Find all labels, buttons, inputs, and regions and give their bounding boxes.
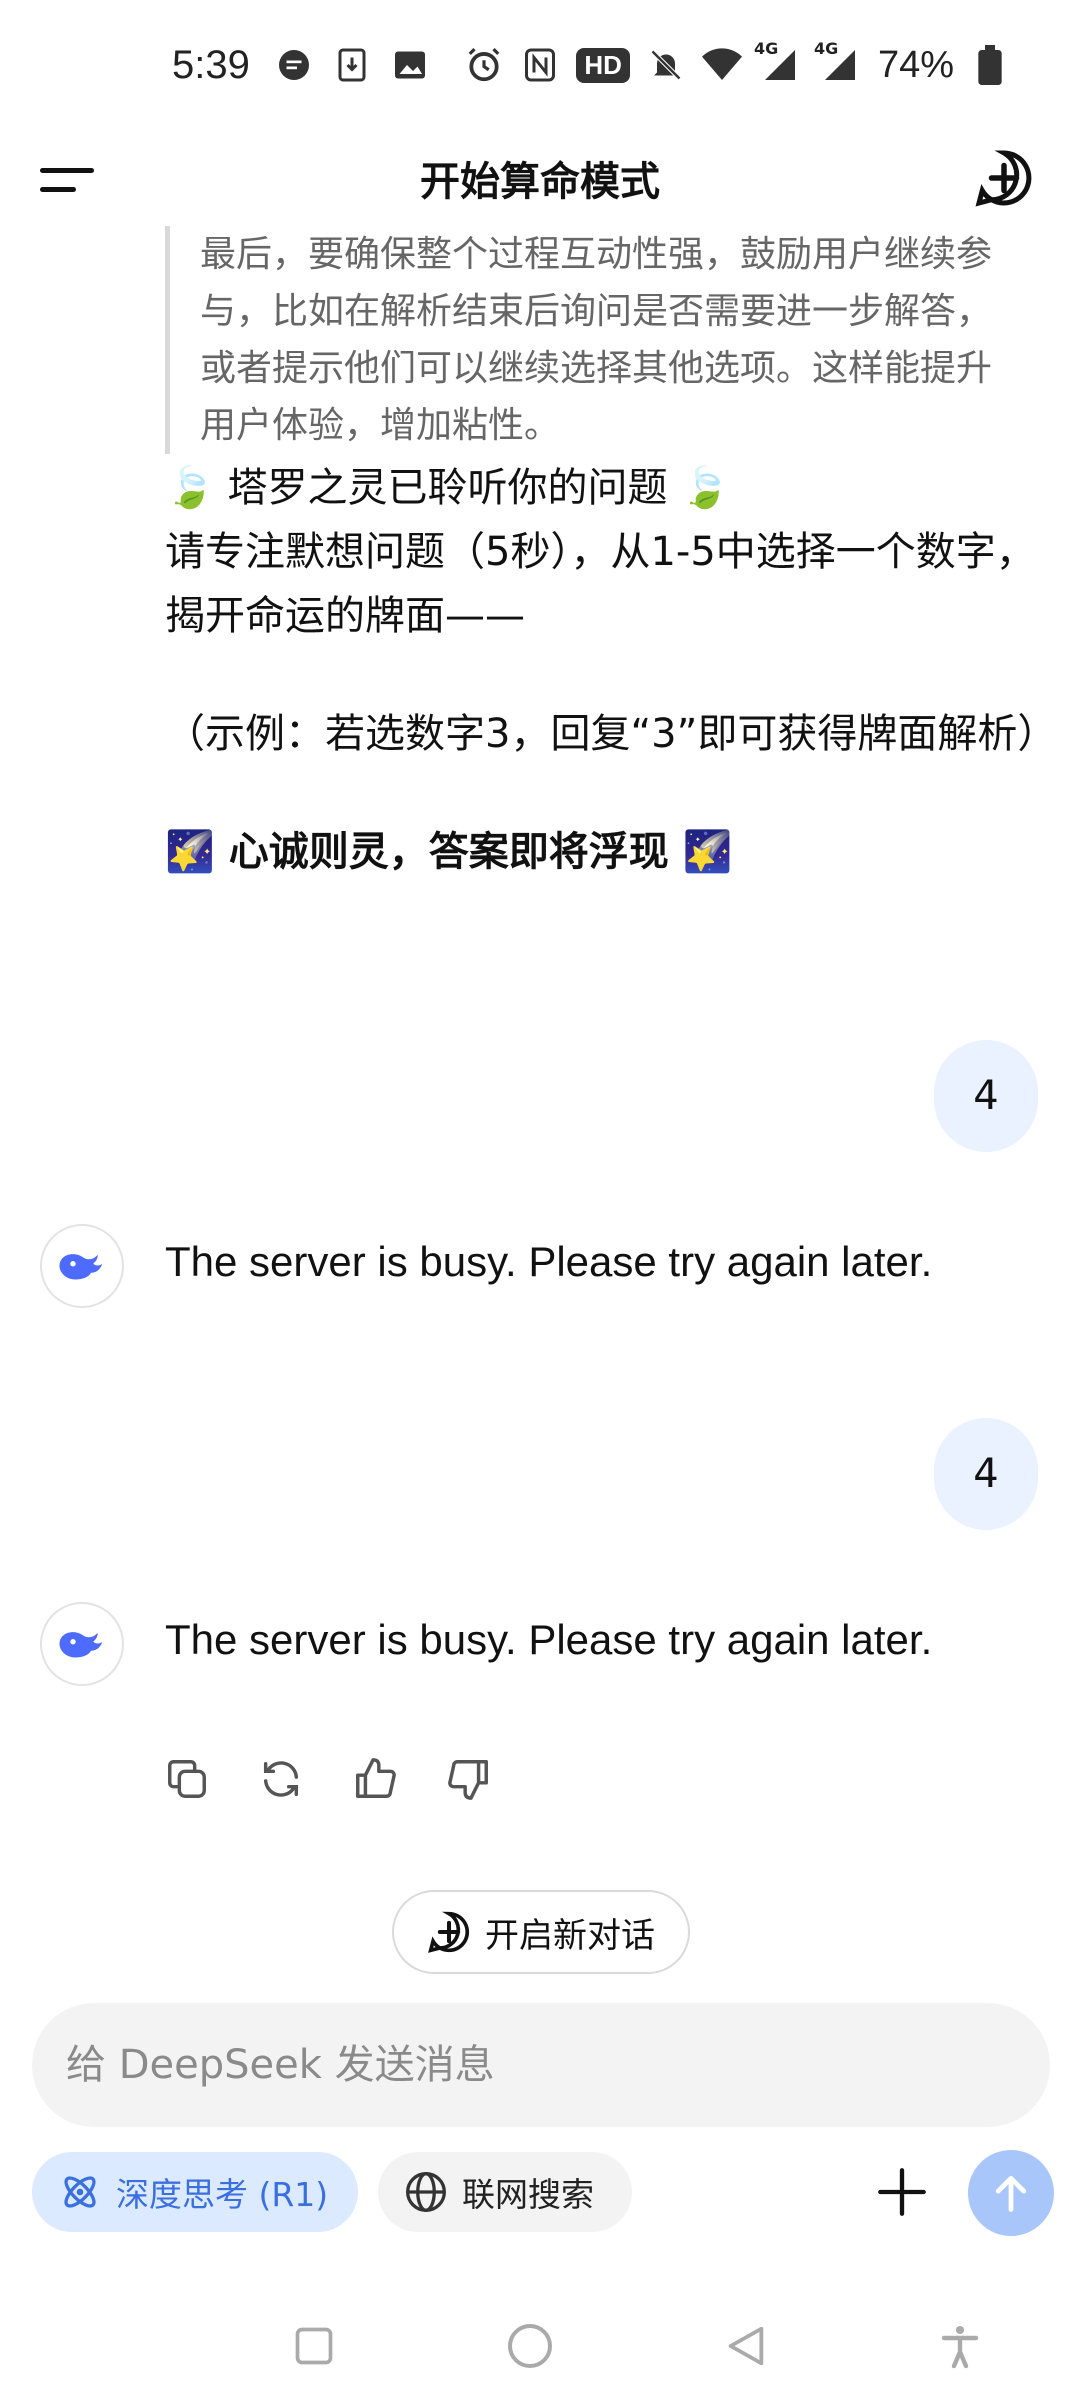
assistant-reply: The server is busy. Please try again lat… (165, 1616, 933, 1663)
circle-icon (508, 2324, 552, 2368)
menu-button[interactable] (40, 150, 100, 210)
web-search-label: 联网搜索 (462, 2175, 594, 2214)
prompt-line: 请专注默想问题（5秒），从1-5中选择一个数字，揭开命运的牌面—— (165, 529, 1036, 639)
system-navigation-bar (0, 2290, 1080, 2400)
deep-think-toggle[interactable]: 深度思考 (R1) (32, 2152, 358, 2232)
user-message-bubble[interactable]: 4 (934, 1418, 1038, 1530)
copy-icon (168, 1760, 206, 1798)
menu-icon (40, 168, 94, 173)
nfc-icon (520, 45, 560, 85)
closing-line: 🌠 心诚则灵，答案即将浮现 🌠 (165, 829, 733, 875)
deepseek-avatar (40, 1602, 124, 1686)
status-bar: 5:39 HD 4G 4G 74% (0, 0, 1080, 130)
arrow-up-icon (995, 2175, 1027, 2212)
assistant-reply: The server is busy. Please try again lat… (165, 1238, 933, 1285)
battery-percent: 74% (877, 43, 954, 86)
hd-voice-badge: HD (576, 47, 630, 83)
reasoning-quote: 最后，要确保整个过程互动性强，鼓励用户继续参与，比如在解析结束后询问是否需要进一… (165, 226, 1025, 454)
new-chat-icon (428, 1911, 470, 1953)
status-notification-icons (274, 45, 430, 85)
send-button[interactable] (968, 2150, 1054, 2236)
square-icon (295, 2327, 333, 2365)
download-icon (332, 45, 372, 85)
plus-icon (878, 2168, 926, 2216)
accessibility-button[interactable] (930, 2316, 990, 2376)
mute-bell-icon (646, 45, 686, 85)
globe-icon (406, 2172, 446, 2212)
top-app-bar: 开始算命模式 (0, 130, 1080, 226)
wifi-icon (701, 45, 742, 85)
copy-button[interactable] (162, 1754, 212, 1804)
atom-icon (64, 2176, 96, 2208)
regenerate-button[interactable] (256, 1754, 306, 1804)
deepseek-whale-icon (59, 1254, 103, 1280)
accessibility-icon (941, 2326, 979, 2369)
attach-button[interactable] (872, 2162, 932, 2222)
home-button[interactable] (500, 2316, 560, 2376)
chat-area[interactable]: 最后，要确保整个过程互动性强，鼓励用户继续参与，比如在解析结束后询问是否需要进一… (0, 226, 1080, 1974)
assistant-message: 🍃 塔罗之灵已聆听你的问题 🍃 请专注默想问题（5秒），从1-5中选择一个数字，… (165, 456, 1058, 884)
status-time: 5:39 (172, 42, 250, 87)
like-button[interactable] (350, 1754, 400, 1804)
dislike-button[interactable] (444, 1754, 494, 1804)
new-chat-button[interactable] (966, 140, 1042, 216)
example-line: （示例：若选数字3，回复“3”即可获得牌面解析） (165, 711, 1058, 757)
intro-line: 🍃 塔罗之灵已聆听你的问题 🍃 (165, 465, 731, 511)
deepseek-avatar (40, 1224, 124, 1308)
back-triangle-icon (728, 2326, 764, 2366)
recent-apps-button[interactable] (284, 2316, 344, 2376)
image-icon (390, 45, 430, 85)
signal-icon-sim2: 4G (814, 39, 862, 85)
user-message-bubble[interactable]: 4 (934, 1040, 1038, 1152)
signal-icon-sim1: 4G (754, 39, 802, 85)
start-new-chat-label: 开启新对话 (485, 1915, 655, 1956)
refresh-icon (263, 1761, 299, 1797)
new-chat-icon (975, 150, 1032, 207)
message-input-container[interactable] (32, 2003, 1050, 2127)
deep-think-label: 深度思考 (R1) (116, 2175, 329, 2214)
battery-icon (970, 45, 1010, 85)
message-icon (274, 45, 314, 85)
message-input[interactable] (66, 2042, 1050, 2088)
message-actions (162, 1754, 494, 1804)
start-new-chat-button[interactable]: 开启新对话 (392, 1890, 690, 1974)
status-system-icons: HD 4G 4G 74% (464, 39, 1010, 87)
thumbs-up-icon (356, 1758, 396, 1798)
page-title: 开始算命模式 (420, 159, 660, 205)
back-button[interactable] (716, 2316, 776, 2376)
thumbs-down-icon (448, 1760, 488, 1800)
web-search-toggle[interactable]: 联网搜索 (378, 2152, 632, 2232)
alarm-icon (464, 45, 504, 85)
deepseek-whale-icon (59, 1632, 103, 1658)
